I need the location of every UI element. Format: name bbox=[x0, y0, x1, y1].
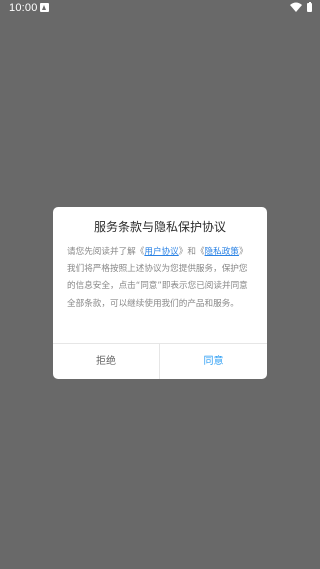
wifi-icon bbox=[290, 2, 302, 12]
agree-button[interactable]: 同意 bbox=[160, 344, 267, 379]
status-bar: 10:00 bbox=[0, 0, 320, 18]
privacy-policy-link[interactable]: 隐私政策 bbox=[205, 247, 239, 257]
refuse-button[interactable]: 拒绝 bbox=[53, 344, 159, 379]
dialog-title: 服务条款与隐私保护协议 bbox=[93, 220, 226, 234]
user-agreement-link[interactable]: 用户协议 bbox=[144, 247, 178, 257]
status-time: 10:00 bbox=[9, 2, 38, 14]
privacy-agreement-dialog: 服务条款与隐私保护协议 请您先阅读并了解《用户协议》和《隐私政策》我们将严格按照… bbox=[53, 207, 267, 379]
dialog-body: 请您先阅读并了解《用户协议》和《隐私政策》我们将严格按照上述协议为您提供服务，保… bbox=[67, 244, 255, 313]
notification-icon bbox=[40, 3, 49, 12]
battery-icon bbox=[307, 1, 312, 12]
body-mid: 》和《 bbox=[178, 247, 205, 257]
body-prefix: 请您先阅读并了解《 bbox=[67, 247, 145, 257]
